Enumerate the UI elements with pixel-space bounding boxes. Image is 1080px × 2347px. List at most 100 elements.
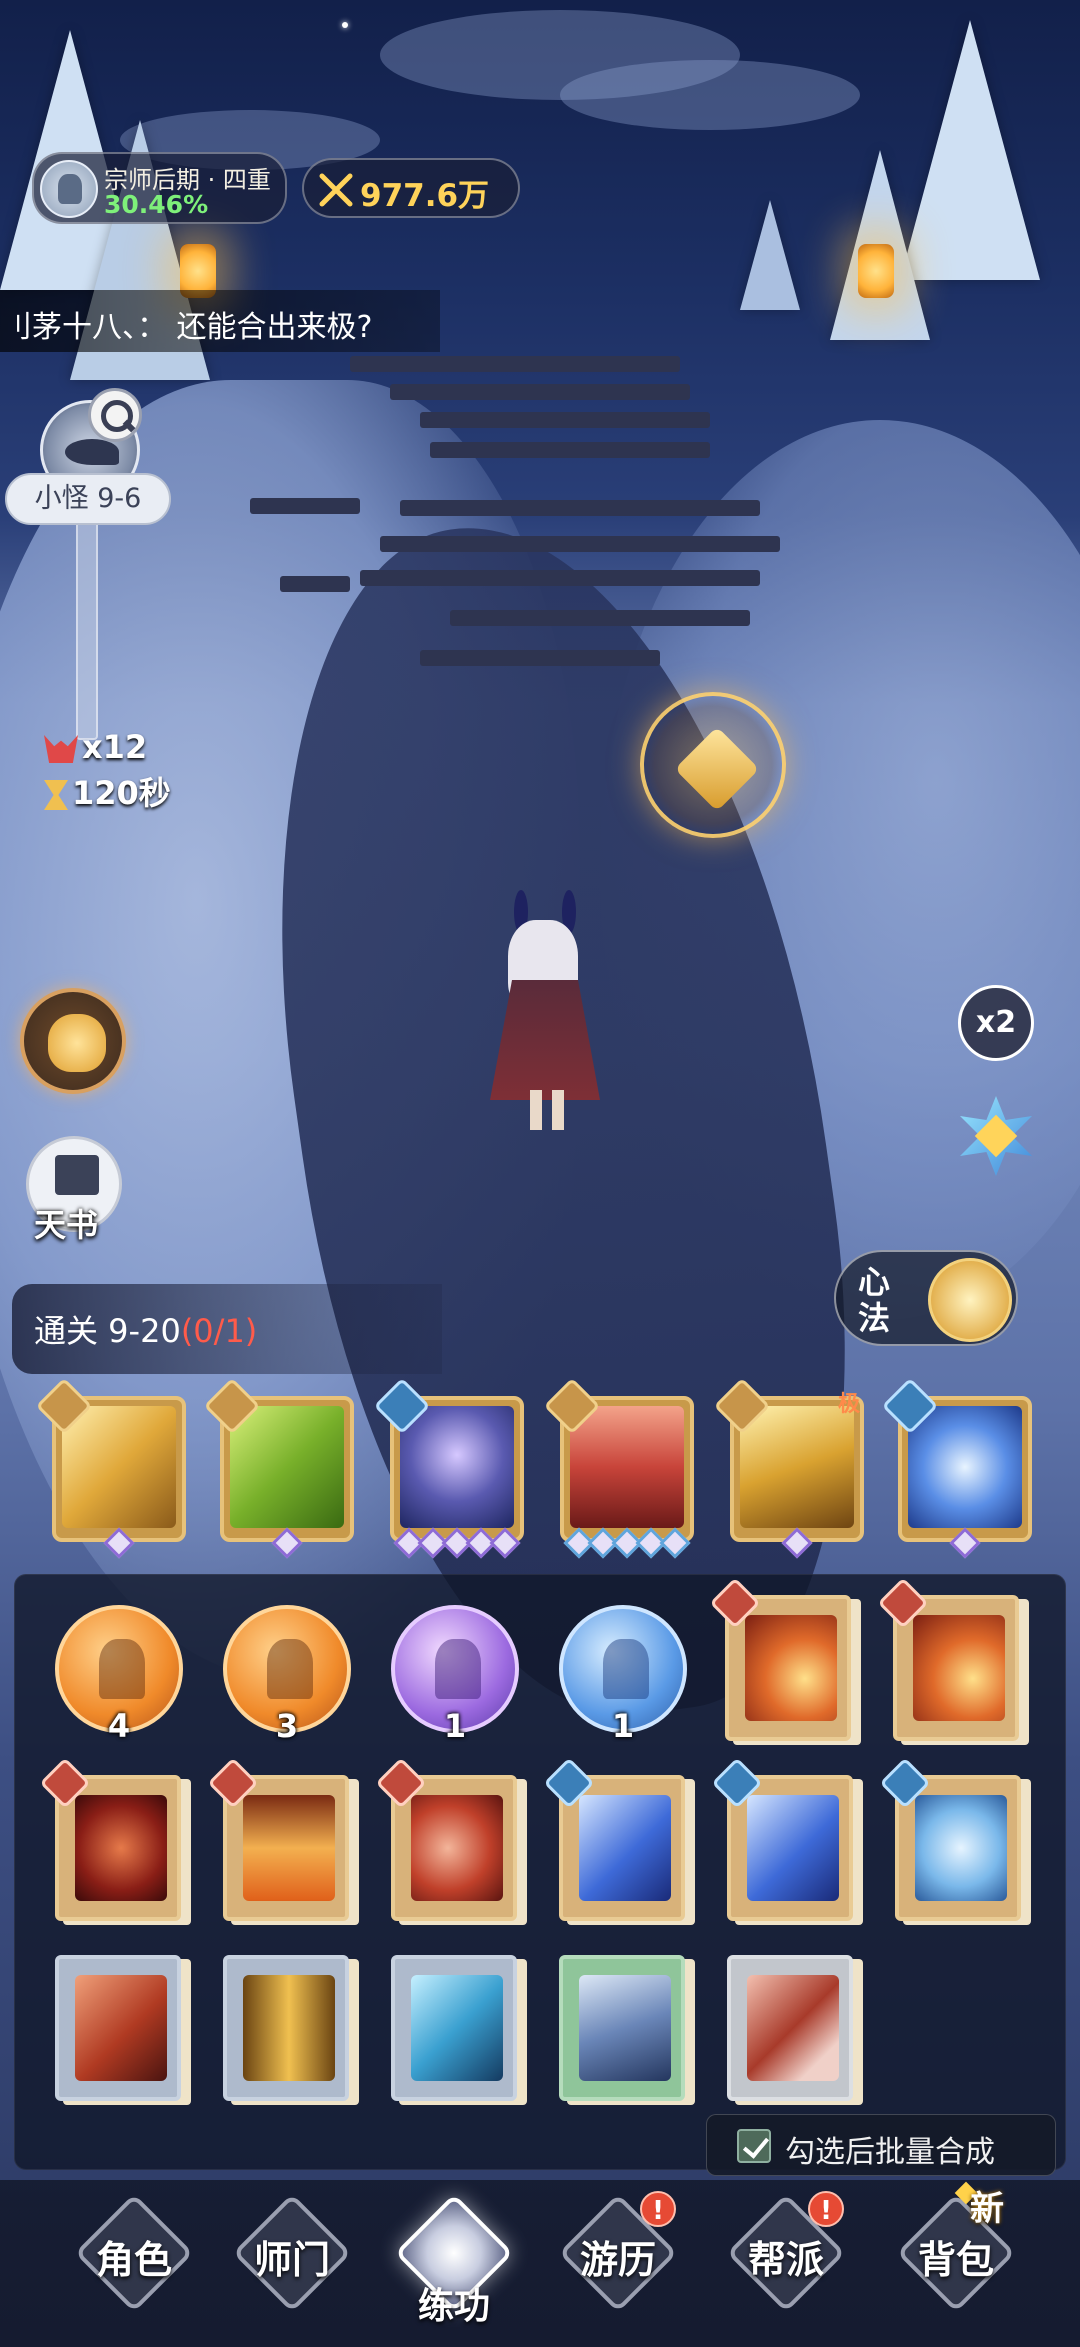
figure-icon <box>267 1639 313 1699</box>
flame-palm-icon <box>243 1795 335 1901</box>
monster-count: x12 <box>82 728 148 766</box>
alert-badge: ! <box>640 2191 676 2227</box>
gem-icon <box>674 726 760 812</box>
skill-star-pips <box>393 1527 521 1559</box>
checkbox-checked-icon[interactable] <box>737 2129 771 2163</box>
skill-slot-6[interactable] <box>881 1377 1032 1559</box>
skill-slot-4[interactable] <box>543 1377 694 1559</box>
treasure-orb[interactable] <box>640 692 786 838</box>
skill-book[interactable] <box>375 1757 527 1925</box>
quest-objective: 通关 9-20 <box>34 1312 181 1350</box>
monster-counter: x12 <box>44 728 147 766</box>
star <box>342 22 348 28</box>
stage-progress-rail <box>76 520 98 740</box>
skill-book[interactable] <box>879 1757 1031 1925</box>
skill-book[interactable] <box>55 1955 191 2105</box>
quest-progress: (0/1) <box>180 1312 258 1350</box>
batch-merge-toggle[interactable]: 勾选后批量合成 <box>706 2114 1056 2176</box>
nav-training[interactable]: 练功 <box>384 2193 524 2335</box>
figure-icon <box>435 1639 481 1699</box>
skill-star-pips <box>56 1527 182 1559</box>
demon-horns-icon <box>44 735 78 763</box>
speed-toggle-button[interactable]: x2 <box>958 985 1034 1061</box>
fragment-orb-blue[interactable]: 1 <box>559 1605 687 1745</box>
combat-power-panel[interactable]: 977.6万 <box>302 158 520 218</box>
skill-book[interactable] <box>709 1577 861 1745</box>
leg <box>530 1090 542 1130</box>
bridge-plank <box>420 412 710 428</box>
nav-guild[interactable]: 帮派 ! <box>716 2191 856 2335</box>
quest-text: 通关 9-20(0/1) <box>34 1306 257 1352</box>
fireball-icon <box>913 1615 1005 1721</box>
bridge-plank <box>400 500 760 516</box>
blade-strike-icon <box>75 1975 167 2081</box>
fragment-orb-orange[interactable]: 3 <box>223 1605 351 1745</box>
scroll-book-icon <box>55 1155 99 1195</box>
rank-progress: 30.46% <box>104 190 209 219</box>
nav-travel-label: 游历 <box>579 2238 656 2282</box>
rank-panel[interactable]: 宗师后期 · 四重 30.46% <box>32 152 287 224</box>
new-badge: 新 <box>970 2189 1004 2229</box>
lantern <box>858 244 894 298</box>
skill-slot-2[interactable] <box>203 1377 354 1559</box>
nav-role[interactable]: 角色 <box>64 2193 204 2335</box>
bridge-plank <box>450 610 750 626</box>
skill-book[interactable] <box>391 1955 527 2105</box>
xinfa-button[interactable]: 心法 <box>834 1250 1018 1346</box>
nav-sect[interactable]: 师门 <box>222 2193 362 2335</box>
skill-book[interactable] <box>877 1577 1029 1745</box>
loot-bag-button[interactable] <box>20 988 126 1094</box>
star-pip <box>781 1527 813 1559</box>
skill-slot-3[interactable] <box>373 1377 524 1559</box>
rank-emblem-icon <box>40 160 98 218</box>
ice-claw-icon <box>747 1795 839 1901</box>
star-pip <box>489 1527 521 1559</box>
bird-icon <box>65 439 119 465</box>
skill-slot-1[interactable] <box>35 1377 186 1559</box>
arcane-array-skill-icon <box>400 1406 514 1528</box>
quest-tracker[interactable]: 通关 9-20(0/1) <box>12 1284 442 1374</box>
bridge-plank <box>280 576 350 592</box>
skill-star-pips <box>563 1527 691 1559</box>
skill-book[interactable] <box>543 1757 695 1925</box>
snowy-tree <box>740 200 800 310</box>
fragment-orb-purple[interactable]: 1 <box>391 1605 519 1745</box>
skill-book[interactable] <box>727 1955 863 2105</box>
crimson-blades-skill-icon <box>570 1406 684 1528</box>
star-pip <box>103 1527 135 1559</box>
timer-value: 120秒 <box>72 774 171 812</box>
batch-merge-label: 勾选后批量合成 <box>785 2135 995 2170</box>
orb-count: 1 <box>443 1707 467 1745</box>
ice-crystal-icon <box>411 1975 503 2081</box>
crossed-swords-icon <box>319 173 353 207</box>
lightning-palm-skill-icon <box>908 1406 1022 1528</box>
skill-book[interactable] <box>711 1757 863 1925</box>
alert-badge: ! <box>808 2191 844 2227</box>
bridge-plank <box>250 498 360 514</box>
skill-book[interactable] <box>207 1757 359 1925</box>
crimson-slash-icon <box>747 1975 839 2081</box>
star-pip <box>271 1527 303 1559</box>
nav-bag[interactable]: 背包 新 <box>886 2181 1026 2335</box>
cloud <box>560 60 860 130</box>
skill-book[interactable] <box>39 1757 191 1925</box>
star-crystal-button[interactable] <box>948 1088 1044 1184</box>
stage-label: 小怪 9-6 <box>5 473 171 525</box>
hourglass-icon <box>44 780 68 810</box>
tianshu-label: 天书 <box>34 1206 99 1244</box>
skill-inventory-panel: 4 3 1 1 <box>14 1574 1066 2170</box>
fragment-orb-orange[interactable]: 4 <box>55 1605 183 1745</box>
nav-travel[interactable]: 游历 ! <box>548 2191 688 2335</box>
fist-strike-icon <box>411 1795 503 1901</box>
bridge-plank <box>380 536 780 552</box>
skill-book[interactable] <box>559 1955 695 2105</box>
fire-vortex-icon <box>75 1795 167 1901</box>
orb-count: 3 <box>275 1707 299 1745</box>
world-chat-message[interactable]: 刂茅十八、： 还能合出来极? <box>0 290 440 352</box>
combat-power-value: 977.6万 <box>360 178 490 214</box>
fireball-icon <box>745 1615 837 1721</box>
nav-role-label: 角色 <box>95 2238 172 2282</box>
search-icon[interactable] <box>88 388 142 442</box>
skill-book[interactable] <box>223 1955 359 2105</box>
skill-star-pips <box>734 1527 860 1559</box>
